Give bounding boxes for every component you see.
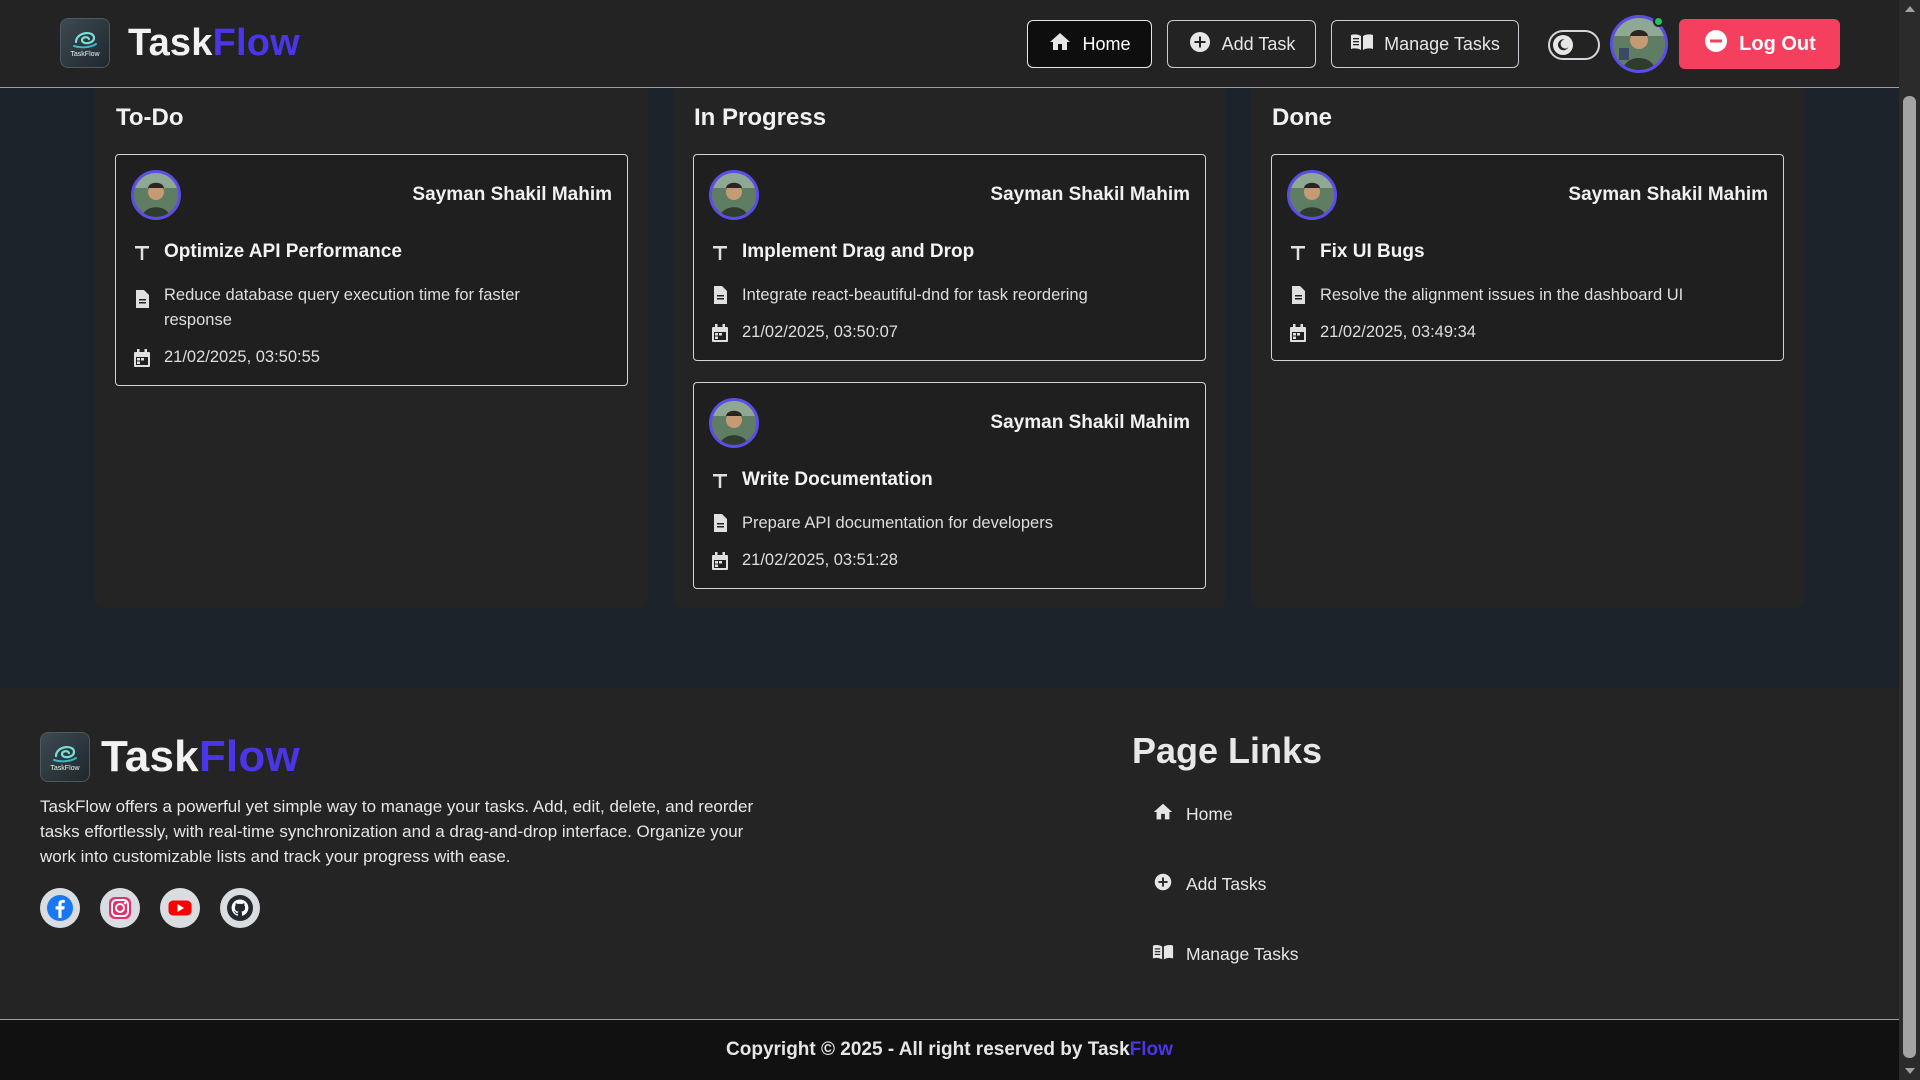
- brand-name-part2: Flow: [212, 21, 300, 64]
- social-links: [40, 888, 260, 928]
- card-date: 21/02/2025, 03:51:28: [742, 551, 898, 569]
- footer: TaskFlow TaskFlow TaskFlow offers a powe…: [0, 688, 1899, 1019]
- instagram-icon[interactable]: [100, 888, 140, 928]
- card-title: Implement Drag and Drop: [742, 241, 975, 262]
- copyright-brand-part2: Flow: [1129, 1039, 1173, 1060]
- card-date: 21/02/2025, 03:50:55: [164, 348, 320, 366]
- plus-circle-icon: [1188, 30, 1212, 59]
- copyright-brand-part1: Task: [1087, 1039, 1130, 1060]
- brand-name: TaskFlow: [128, 22, 300, 65]
- card-avatar: [131, 170, 181, 220]
- facebook-icon[interactable]: [40, 888, 80, 928]
- footer-link-label: Add Tasks: [1186, 874, 1267, 894]
- card-avatar: [709, 170, 759, 220]
- footer-link-home[interactable]: Home: [1152, 801, 1233, 828]
- card-description: Prepare API documentation for developers: [742, 514, 1053, 532]
- column-todo: To-Do Sayman Shakil Mahim Optimize API P…: [95, 88, 648, 608]
- task-card[interactable]: Sayman Shakil Mahim Write Documentation …: [693, 382, 1206, 589]
- logo-text: TaskFlow: [70, 51, 100, 58]
- card-description: Resolve the alignment issues in the dash…: [1320, 286, 1684, 304]
- card-date: 21/02/2025, 03:50:07: [742, 323, 898, 341]
- navbar: TaskFlow TaskFlow Home Add Task Manage T…: [0, 0, 1899, 88]
- page-scrollbar[interactable]: [1899, 0, 1920, 1080]
- task-card[interactable]: Sayman Shakil Mahim Fix UI Bugs Resolve …: [1271, 154, 1784, 361]
- document-icon: [710, 513, 730, 533]
- footer-brand[interactable]: TaskFlow TaskFlow: [40, 732, 300, 782]
- logout-label: Log Out: [1739, 32, 1816, 55]
- card-avatar: [709, 398, 759, 448]
- minus-circle-icon: [1703, 28, 1729, 60]
- column-in-progress: In Progress Sayman Shakil Mahim Implemen…: [673, 88, 1226, 608]
- scrollbar-thumb[interactable]: [1903, 96, 1916, 1058]
- youtube-icon[interactable]: [160, 888, 200, 928]
- footer-link-label: Manage Tasks: [1186, 944, 1299, 964]
- copyright-text: Copyright © 2025 - All right reserved by: [726, 1039, 1088, 1060]
- footer-about-text: TaskFlow offers a powerful yet simple wa…: [40, 797, 754, 866]
- card-title: Optimize API Performance: [164, 241, 402, 262]
- book-open-icon: [1152, 941, 1174, 968]
- calendar-icon: [710, 323, 730, 343]
- scroll-down-arrow-icon[interactable]: [1905, 1068, 1915, 1074]
- theme-toggle[interactable]: [1548, 30, 1600, 60]
- column-title: Done: [1272, 104, 1332, 131]
- calendar-icon: [710, 551, 730, 571]
- card-title: Write Documentation: [742, 469, 933, 490]
- card-owner: Sayman Shakil Mahim: [990, 412, 1190, 433]
- logout-button[interactable]: Log Out: [1679, 19, 1840, 69]
- document-icon: [710, 285, 730, 305]
- task-card[interactable]: Sayman Shakil Mahim Optimize API Perform…: [115, 154, 628, 386]
- book-open-icon: [1350, 30, 1374, 59]
- card-title: Fix UI Bugs: [1320, 241, 1425, 262]
- text-t-icon: [710, 243, 730, 263]
- card-owner: Sayman Shakil Mahim: [412, 184, 612, 205]
- plus-circle-icon: [1152, 871, 1174, 898]
- footer-link-label: Home: [1186, 804, 1233, 824]
- card-owner: Sayman Shakil Mahim: [990, 184, 1190, 205]
- nav-home-button[interactable]: Home: [1027, 20, 1152, 68]
- column-title: In Progress: [694, 104, 827, 131]
- brand-name-part2: Flow: [198, 732, 300, 781]
- text-t-icon: [1288, 243, 1308, 263]
- taskflow-logo-icon: TaskFlow: [60, 18, 110, 68]
- footer-link-manage-tasks[interactable]: Manage Tasks: [1152, 941, 1299, 968]
- moon-icon: [1553, 35, 1573, 55]
- home-icon: [1048, 30, 1072, 59]
- nav-add-task-button[interactable]: Add Task: [1167, 20, 1316, 68]
- card-owner: Sayman Shakil Mahim: [1568, 184, 1768, 205]
- column-done: Done Sayman Shakil Mahim Fix UI Bugs Res…: [1251, 88, 1804, 608]
- footer-link-add-tasks[interactable]: Add Tasks: [1152, 871, 1266, 898]
- text-t-icon: [710, 471, 730, 491]
- document-icon: [1288, 285, 1308, 305]
- scroll-up-arrow-icon[interactable]: [1905, 6, 1915, 12]
- home-icon: [1152, 801, 1174, 828]
- brand-name-part1: Task: [101, 732, 199, 781]
- document-icon: [132, 289, 152, 309]
- brand-name-part1: Task: [128, 21, 213, 64]
- copyright-bar: Copyright © 2025 - All right reserved by…: [0, 1019, 1899, 1080]
- nav-home-label: Home: [1082, 33, 1131, 54]
- calendar-icon: [1288, 323, 1308, 343]
- card-date: 21/02/2025, 03:49:34: [1320, 323, 1476, 341]
- brand[interactable]: TaskFlow TaskFlow: [60, 18, 300, 68]
- footer-brand-name: TaskFlow: [101, 732, 300, 782]
- text-t-icon: [132, 243, 152, 263]
- column-title: To-Do: [116, 104, 184, 131]
- page: TaskFlow TaskFlow Home Add Task Manage T…: [0, 0, 1899, 1080]
- card-description: Integrate react-beautiful-dnd for task r…: [742, 286, 1088, 304]
- nav-add-task-label: Add Task: [1221, 33, 1296, 54]
- nav-manage-tasks-label: Manage Tasks: [1384, 33, 1500, 54]
- card-avatar: [1287, 170, 1337, 220]
- calendar-icon: [132, 348, 152, 368]
- taskflow-logo-icon: TaskFlow: [40, 732, 90, 782]
- github-icon[interactable]: [220, 888, 260, 928]
- nav-manage-tasks-button[interactable]: Manage Tasks: [1331, 20, 1519, 68]
- logo-text: TaskFlow: [50, 765, 80, 772]
- online-status-dot: [1653, 16, 1664, 27]
- page-links-title: Page Links: [1132, 730, 1323, 771]
- task-card[interactable]: Sayman Shakil Mahim Implement Drag and D…: [693, 154, 1206, 361]
- card-description: Reduce database query execution time for…: [164, 286, 520, 329]
